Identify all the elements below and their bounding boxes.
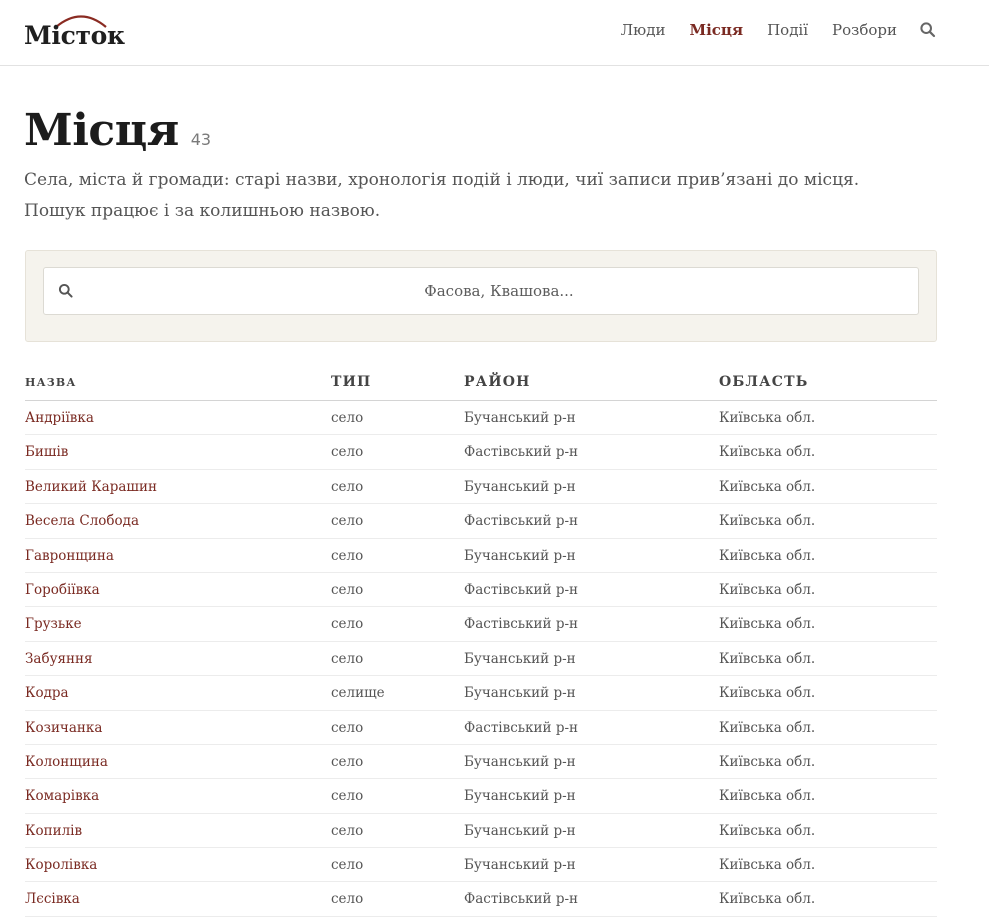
place-name-link[interactable]: Забуяння: [25, 650, 93, 668]
place-district: Бучанський р-н: [464, 478, 576, 495]
table-row[interactable]: Комарівка село Бучанський р-н Київська обл.: [25, 779, 937, 814]
place-region: Київська обл.: [719, 581, 816, 598]
search-icon[interactable]: [919, 21, 937, 39]
place-region: Київська обл.: [719, 891, 816, 908]
search-input[interactable]: [84, 268, 914, 314]
place-type: село: [331, 581, 364, 598]
table-row[interactable]: Колонщина село Бучанський р-н Київська обл.: [25, 745, 937, 780]
place-name-link[interactable]: Колонщина: [25, 753, 108, 771]
place-district: Бучанський р-н: [464, 685, 576, 702]
column-header-region[interactable]: ОБЛАСТЬ: [719, 374, 808, 390]
place-district: Бучанський р-н: [464, 547, 576, 564]
table-row[interactable]: Великий Карашин село Бучанський р-н Київськ…: [25, 470, 937, 505]
place-type: село: [331, 822, 364, 839]
logo[interactable]: Місток: [24, 9, 128, 53]
table-row[interactable]: Андріївка село Бучанський р-н Київська обл.: [25, 401, 937, 436]
place-name-link[interactable]: Великий Карашин: [25, 478, 157, 496]
place-region: Київська обл.: [719, 513, 816, 530]
place-region: Київська обл.: [719, 822, 816, 839]
nav-item-places[interactable]: Місця: [689, 19, 743, 41]
place-region: Київська обл.: [719, 410, 816, 426]
place-type: село: [331, 513, 364, 530]
table-row[interactable]: Горобіївка село Фастівський р-н Київська об…: [25, 573, 937, 608]
place-type: село: [331, 650, 364, 667]
place-type: село: [331, 753, 364, 770]
table-row[interactable]: Забуяння село Бучанський р-н Київська обл.: [25, 642, 937, 677]
place-region: Київська обл.: [719, 857, 816, 874]
search-panel: [25, 250, 937, 342]
place-type: селище: [331, 685, 385, 702]
place-district: Фастівський р-н: [464, 616, 579, 633]
page-title: Місця: [24, 105, 179, 156]
search-icon: [58, 283, 74, 303]
column-header-district[interactable]: РАЙОН: [464, 374, 531, 390]
nav-item-events[interactable]: Події: [767, 19, 808, 41]
table-header: НАЗВА ТИП РАЙОН ОБЛАСТЬ: [25, 366, 937, 401]
nav-item-analyses[interactable]: Розбори: [832, 19, 897, 41]
place-type: село: [331, 547, 364, 564]
place-district: Фастівський р-н: [464, 581, 579, 598]
place-district: Бучанський р-н: [464, 857, 576, 874]
place-name-link[interactable]: Кодра: [25, 684, 69, 702]
place-type: село: [331, 857, 364, 874]
place-region: Київська обл.: [719, 547, 816, 564]
table-row[interactable]: Королівка село Бучанський р-н Київська обл.: [25, 848, 937, 883]
places-count: 43: [190, 130, 212, 149]
place-region: Київська обл.: [719, 616, 816, 633]
site-header: Місток Люди Місця Події Розбори: [0, 0, 989, 66]
place-district: Фастівський р-н: [464, 513, 579, 530]
place-region: Київська обл.: [719, 753, 816, 770]
main-nav: Люди Місця Події Розбори: [597, 19, 897, 41]
place-name-link[interactable]: Горобіївка: [25, 581, 100, 599]
place-type: село: [331, 616, 364, 633]
place-region: Київська обл.: [719, 788, 816, 805]
table-row[interactable]: Лєсівка село Фастівський р-н Київська обл.: [25, 882, 937, 917]
place-district: Бучанський р-н: [464, 650, 576, 667]
page-title-row: Місця 43: [24, 104, 211, 158]
table-body: Андріївка село Бучанський р-н Київська обл.…: [25, 401, 937, 917]
place-name-link[interactable]: Копилів: [25, 822, 82, 840]
place-name-link[interactable]: Гавронщина: [25, 547, 114, 565]
table-row[interactable]: Копилів село Бучанський р-н Київська обл.: [25, 814, 937, 849]
place-type: село: [331, 719, 364, 736]
search-box: [43, 267, 919, 315]
place-name-link[interactable]: Козичанка: [25, 719, 102, 737]
place-region: Київська обл.: [719, 685, 816, 702]
place-type: село: [331, 410, 364, 426]
place-type: село: [331, 891, 364, 908]
logo-text: Місток: [24, 21, 125, 50]
place-district: Фастівський р-н: [464, 444, 579, 461]
place-name-link[interactable]: Комарівка: [25, 787, 99, 805]
place-district: Бучанський р-н: [464, 788, 576, 805]
place-name-link[interactable]: Королівка: [25, 856, 97, 874]
table-row[interactable]: Грузьке село Фастівський р-н Київська обл.: [25, 607, 937, 642]
places-table: НАЗВА ТИП РАЙОН ОБЛАСТЬ Андріївка село Буч…: [25, 366, 937, 917]
place-district: Бучанський р-н: [464, 410, 576, 426]
place-type: село: [331, 788, 364, 805]
place-region: Київська обл.: [719, 444, 816, 461]
table-row[interactable]: Кодра селище Бучанський р-н Київська обл.: [25, 676, 937, 711]
place-region: Київська обл.: [719, 650, 816, 667]
place-region: Київська обл.: [719, 719, 816, 736]
column-header-name[interactable]: НАЗВА: [25, 376, 77, 389]
nav-item-people[interactable]: Люди: [621, 19, 666, 41]
place-type: село: [331, 444, 364, 461]
place-name-link[interactable]: Андріївка: [25, 409, 94, 427]
place-region: Київська обл.: [719, 478, 816, 495]
page-subtitle: Села, міста й громади: старі назви, хрон…: [24, 170, 860, 221]
place-name-link[interactable]: Весела Слобода: [25, 512, 139, 530]
place-name-link[interactable]: Бишів: [25, 443, 68, 461]
place-district: Фастівський р-н: [464, 719, 579, 736]
place-district: Фастівський р-н: [464, 891, 579, 908]
table-row[interactable]: Весела Слобода село Фастівський р-н Київськ…: [25, 504, 937, 539]
table-row[interactable]: Козичанка село Фастівський р-н Київська обл…: [25, 711, 937, 745]
table-row[interactable]: Гавронщина село Бучанський р-н Київська обл…: [25, 539, 937, 573]
place-name-link[interactable]: Грузьке: [25, 615, 82, 633]
place-district: Бучанський р-н: [464, 822, 576, 839]
table-row[interactable]: Бишів село Фастівський р-н Київська обл.: [25, 435, 937, 470]
column-header-type[interactable]: ТИП: [331, 374, 371, 390]
place-district: Бучанський р-н: [464, 753, 576, 770]
place-name-link[interactable]: Лєсівка: [25, 890, 80, 908]
place-type: село: [331, 478, 364, 495]
